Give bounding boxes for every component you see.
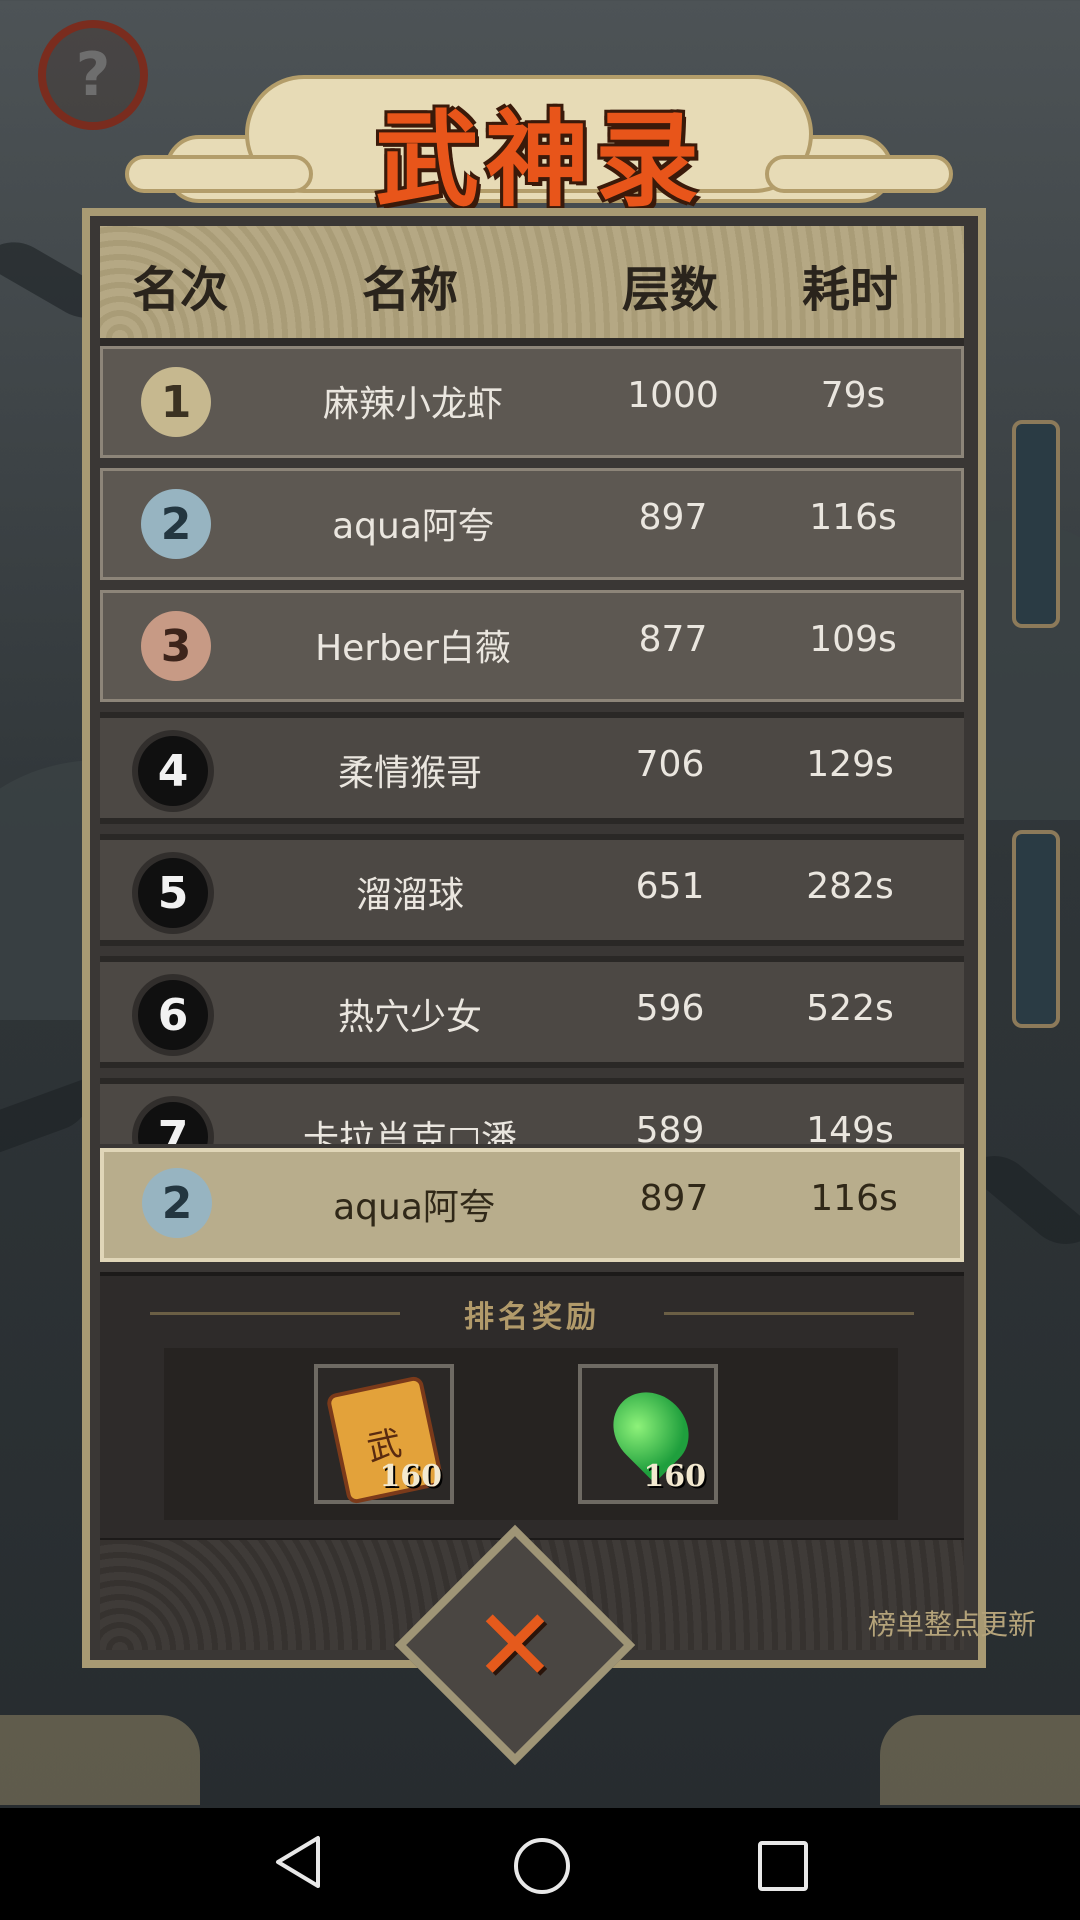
reward-item-scroll[interactable]: 武 160: [314, 1364, 454, 1505]
table-row[interactable]: 3 Herber白薇 877 109s: [100, 590, 964, 702]
player-name: Herber白薇: [315, 628, 511, 669]
floor-count: 1000: [627, 375, 719, 416]
table-row[interactable]: 6 热穴少女 596 522s: [100, 956, 964, 1068]
floor-count: 596: [635, 988, 705, 1029]
table-header: 名次 名称 层数 耗时: [100, 226, 964, 346]
table-row[interactable]: 2 aqua阿夸 897 116s: [100, 468, 964, 580]
table-row[interactable]: 7 卡拉肖克□潘 589 149s: [100, 1078, 964, 1144]
time-taken: 149s: [806, 1110, 894, 1144]
table-row[interactable]: 4 柔情猴哥 706 129s: [100, 712, 964, 824]
player-name: 麻辣小龙虾: [322, 384, 503, 425]
close-icon[interactable]: ✕: [460, 1587, 570, 1704]
home-icon[interactable]: [514, 1838, 570, 1894]
time-taken: 522s: [806, 988, 894, 1029]
header-name: 名称: [361, 262, 458, 318]
update-note: 榜单整点更新: [867, 1608, 1036, 1641]
my-rank-row: 2 aqua阿夸 897 116s: [100, 1148, 964, 1262]
header-time: 耗时: [801, 262, 898, 318]
floor-count: 877: [638, 619, 708, 660]
rank-badge: 5: [138, 858, 208, 928]
leaderboard-list[interactable]: 1 麻辣小龙虾 1000 79s 2 aqua阿夸 897 116s 3 Her…: [100, 346, 964, 1144]
time-taken: 79s: [820, 375, 886, 416]
rank-badge: 7: [138, 1102, 208, 1144]
reward-items: 武 160 160: [164, 1348, 898, 1520]
my-rank-badge: 2: [142, 1168, 212, 1238]
floor-count: 897: [638, 497, 708, 538]
page-title: 武神录: [374, 98, 705, 221]
item-count: 160: [643, 1459, 706, 1494]
player-name: 热穴少女: [337, 997, 482, 1038]
my-time-taken: 116s: [810, 1178, 898, 1219]
reward-title: 排名奖励: [464, 1300, 600, 1335]
rank-badge: 6: [138, 980, 208, 1050]
back-icon[interactable]: [272, 1834, 328, 1890]
reward-section: 排名奖励 武 160 160: [100, 1272, 964, 1542]
rank-badge: 1: [141, 367, 211, 437]
header-rank: 名次: [131, 262, 228, 318]
time-taken: 109s: [809, 619, 897, 660]
player-name: 溜溜球: [355, 875, 464, 916]
player-name: 卡拉肖克□潘: [302, 1119, 517, 1144]
rank-badge: 4: [138, 736, 208, 806]
item-count: 160: [379, 1459, 442, 1494]
rank-badge: 2: [141, 489, 211, 559]
time-taken: 282s: [806, 866, 894, 907]
rank-badge: 3: [141, 611, 211, 681]
reward-item-jade[interactable]: 160: [578, 1364, 718, 1504]
floor-count: 589: [635, 1110, 705, 1144]
my-floor-count: 897: [639, 1178, 709, 1219]
my-player-name: aqua阿夸: [333, 1187, 495, 1228]
time-taken: 116s: [809, 497, 897, 538]
floor-count: 651: [635, 866, 705, 907]
header-floors: 层数: [621, 262, 718, 318]
recent-apps-icon[interactable]: [758, 1841, 808, 1891]
player-name: aqua阿夸: [332, 506, 494, 547]
table-row[interactable]: 5 溜溜球 651 282s: [100, 834, 964, 946]
player-name: 柔情猴哥: [337, 753, 482, 794]
floor-count: 706: [635, 744, 705, 785]
time-taken: 129s: [806, 744, 894, 785]
table-row[interactable]: 1 麻辣小龙虾 1000 79s: [100, 346, 964, 458]
